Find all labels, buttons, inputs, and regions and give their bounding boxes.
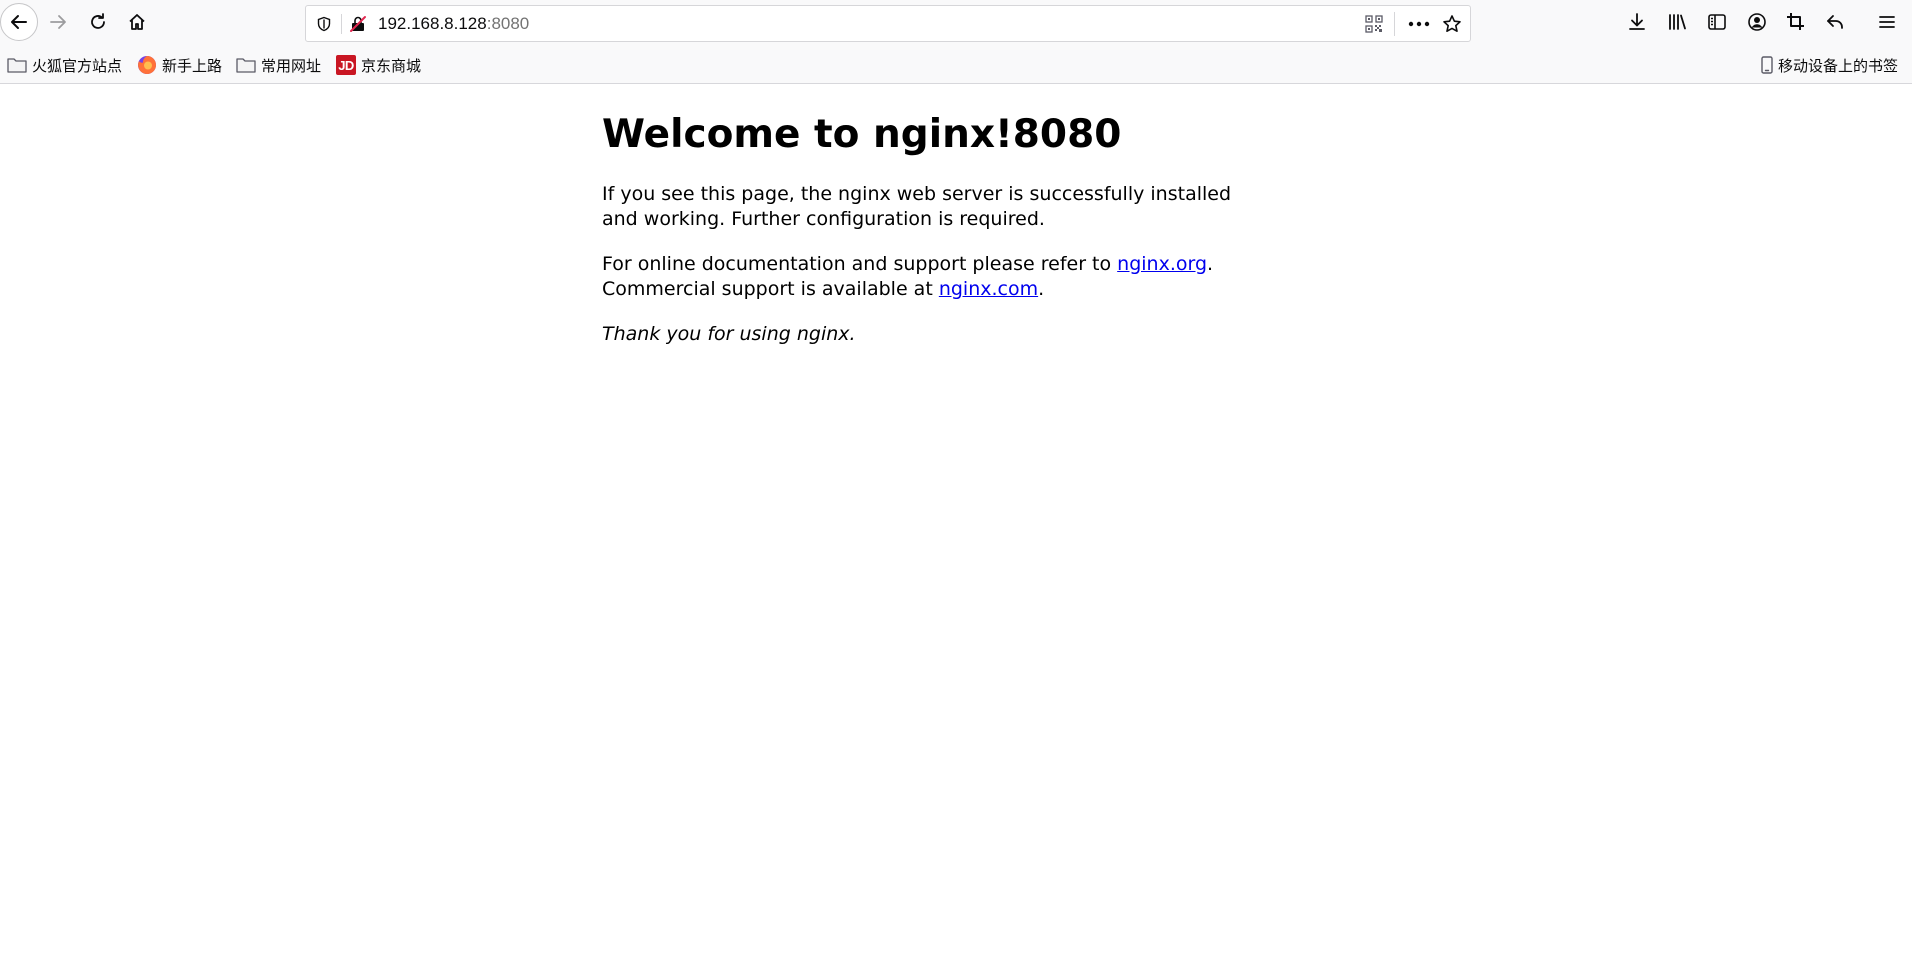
sidebar-button[interactable] — [1700, 5, 1734, 39]
mobile-device-icon — [1761, 56, 1773, 74]
period-text: . — [1038, 278, 1045, 300]
url-host: 192.168.8.128 — [378, 14, 487, 33]
screenshot-button[interactable] — [1779, 5, 1813, 39]
tracking-protection-shield-icon[interactable] — [314, 14, 334, 34]
home-icon — [129, 14, 145, 30]
bookmark-folder-common-sites[interactable]: 常用网址 — [236, 54, 321, 76]
bookmark-jd-mall[interactable]: JD 京东商城 — [336, 54, 421, 76]
bookmark-label: 新手上路 — [162, 56, 223, 75]
mobile-bookmarks[interactable]: 移动设备上的书签 — [1761, 54, 1898, 76]
insecure-connection-icon[interactable] — [347, 13, 369, 35]
thanks-paragraph: Thank you for using nginx. — [602, 322, 1252, 347]
account-icon — [1748, 13, 1766, 31]
hamburger-menu-icon — [1879, 16, 1895, 28]
back-button[interactable] — [0, 3, 38, 41]
support-text: For online documentation and support ple… — [602, 253, 1118, 275]
library-button[interactable] — [1660, 5, 1694, 39]
download-icon — [1629, 13, 1645, 30]
period-text: . — [1207, 253, 1214, 275]
page-content: Welcome to nginx!8080 If you see this pa… — [602, 84, 1252, 347]
back-arrow-icon — [11, 15, 27, 29]
commercial-support-text: Commercial support is available at — [602, 278, 939, 300]
navigation-toolbar: 192.168.8.128:8080 — [0, 0, 1912, 46]
url-port: :8080 — [486, 14, 530, 33]
forward-arrow-icon — [50, 15, 66, 29]
bookmark-label: 京东商城 — [361, 56, 422, 75]
nginx-com-link[interactable]: nginx.com — [939, 278, 1038, 300]
bookmark-getting-started[interactable]: 新手上路 — [137, 54, 222, 76]
jd-logo-icon: JD — [336, 55, 356, 75]
account-button[interactable] — [1740, 5, 1774, 39]
home-button[interactable] — [120, 5, 154, 39]
url-text[interactable]: 192.168.8.128:8080 — [378, 15, 529, 33]
reload-button[interactable] — [81, 5, 115, 39]
url-actions-divider — [1394, 12, 1395, 36]
downloads-button[interactable] — [1620, 5, 1654, 39]
forward-button[interactable] — [41, 5, 75, 39]
nginx-org-link[interactable]: nginx.org — [1117, 253, 1207, 275]
intro-paragraph: If you see this page, the nginx web serv… — [602, 183, 1232, 230]
thanks-text: Thank you for using nginx. — [602, 323, 856, 345]
folder-icon — [7, 58, 27, 73]
menu-button[interactable] — [1870, 5, 1904, 39]
url-bar[interactable]: 192.168.8.128:8080 — [305, 5, 1471, 42]
bookmark-label: 常用网址 — [261, 56, 322, 75]
page-title: Welcome to nginx!8080 — [602, 112, 1122, 157]
undo-close-tab-button[interactable] — [1818, 5, 1852, 39]
page-actions-icon[interactable] — [1404, 12, 1434, 36]
qr-code-icon[interactable] — [1363, 13, 1385, 35]
sidebar-icon — [1708, 14, 1726, 30]
reload-icon — [91, 13, 105, 29]
url-divider — [341, 14, 342, 34]
bookmark-label: 火狐官方站点 — [32, 56, 123, 75]
screenshot-crop-icon — [1787, 13, 1804, 30]
undo-close-tab-icon — [1827, 15, 1843, 29]
bookmark-folder-firefox-official[interactable]: 火狐官方站点 — [7, 54, 122, 76]
bookmarks-toolbar: 火狐官方站点 新手上路 常用网址 JD 京东商城 移动设备上的书签 — [0, 46, 1912, 84]
support-paragraph: For online documentation and support ple… — [602, 252, 1252, 302]
mobile-bookmarks-label: 移动设备上的书签 — [1777, 56, 1898, 75]
folder-icon — [236, 58, 256, 73]
library-icon — [1669, 14, 1686, 30]
firefox-logo-icon — [138, 56, 156, 74]
bookmark-star-icon[interactable] — [1439, 12, 1465, 36]
